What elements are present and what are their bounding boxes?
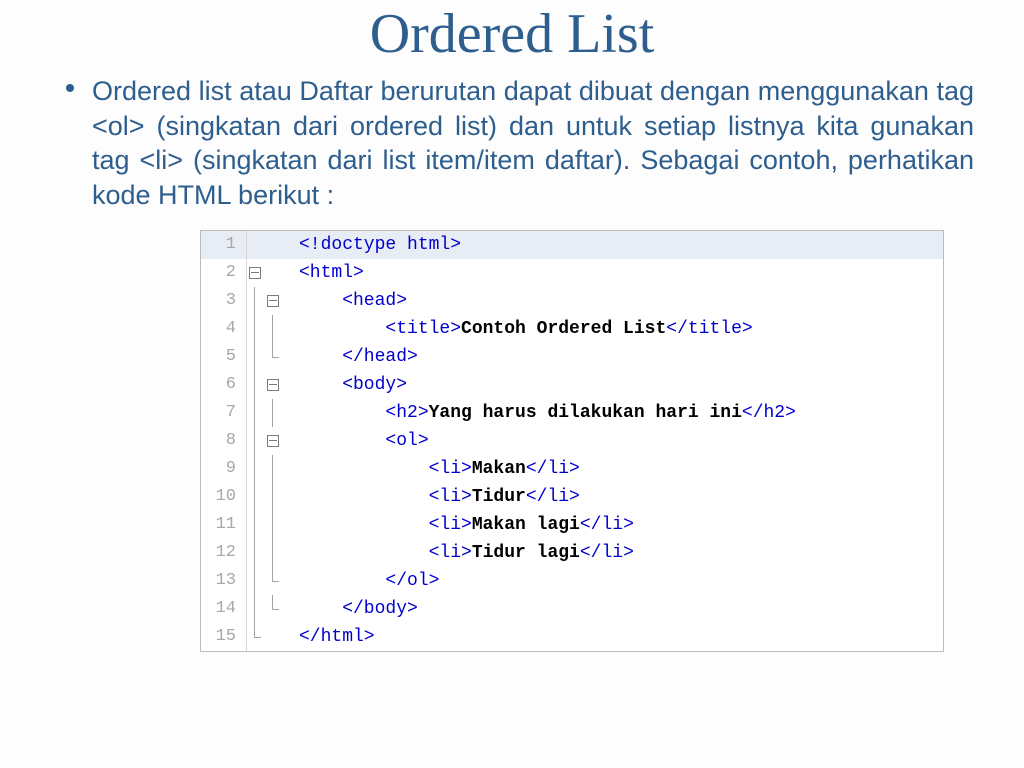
code-text: </body> [295, 595, 418, 623]
line-number: 5 [201, 343, 247, 371]
gutter [247, 511, 295, 539]
fold-icon[interactable] [267, 295, 279, 307]
fold-guide [254, 315, 255, 343]
code-text: <li>Tidur</li> [295, 483, 580, 511]
fold-guide [272, 511, 273, 539]
line-number: 14 [201, 595, 247, 623]
line-number: 7 [201, 399, 247, 427]
paragraph-text: Ordered list atau Daftar berurutan dapat… [92, 76, 974, 210]
code-text: <li>Tidur lagi</li> [295, 539, 634, 567]
fold-guide [272, 315, 273, 343]
fold-guide [254, 287, 255, 315]
code-line: 14 </body> [201, 595, 943, 623]
fold-icon[interactable] [267, 435, 279, 447]
line-number: 13 [201, 567, 247, 595]
gutter [247, 427, 295, 455]
gutter [247, 623, 295, 651]
fold-guide [254, 343, 255, 371]
code-line: 10 <li>Tidur</li> [201, 483, 943, 511]
gutter [247, 539, 295, 567]
fold-guide [254, 567, 255, 595]
fold-end-icon [272, 595, 279, 610]
gutter [247, 371, 295, 399]
line-number: 8 [201, 427, 247, 455]
code-line: 11 <li>Makan lagi</li> [201, 511, 943, 539]
code-line: 4 <title>Contoh Ordered List</title> [201, 315, 943, 343]
code-line: 8 <ol> [201, 427, 943, 455]
code-line: 15 </html> [201, 623, 943, 651]
fold-icon[interactable] [267, 379, 279, 391]
fold-guide [254, 455, 255, 483]
gutter [247, 231, 295, 259]
line-number: 2 [201, 259, 247, 287]
fold-guide [272, 539, 273, 567]
fold-guide [254, 371, 255, 399]
code-text: <h2>Yang harus dilakukan hari ini</h2> [295, 399, 796, 427]
fold-icon[interactable] [249, 267, 261, 279]
code-text: <!doctype html> [295, 231, 461, 259]
gutter [247, 567, 295, 595]
line-number: 10 [201, 483, 247, 511]
page-title: Ordered List [40, 0, 984, 66]
code-text: <ol> [295, 427, 429, 455]
code-text: </head> [295, 343, 418, 371]
fold-guide [254, 399, 255, 427]
line-number: 11 [201, 511, 247, 539]
fold-end-icon [272, 567, 279, 582]
code-text: <title>Contoh Ordered List</title> [295, 315, 753, 343]
fold-guide [254, 595, 255, 623]
bullet-icon [66, 84, 74, 92]
fold-guide [272, 455, 273, 483]
fold-guide [254, 483, 255, 511]
fold-guide [254, 427, 255, 455]
code-text: <li>Makan</li> [295, 455, 580, 483]
code-text: </ol> [295, 567, 439, 595]
fold-guide [254, 539, 255, 567]
gutter [247, 595, 295, 623]
fold-end-icon [272, 343, 279, 358]
code-line: 7 <h2>Yang harus dilakukan hari ini</h2> [201, 399, 943, 427]
code-line: 3 <head> [201, 287, 943, 315]
line-number: 3 [201, 287, 247, 315]
code-line: 9 <li>Makan</li> [201, 455, 943, 483]
code-text: <head> [295, 287, 407, 315]
code-text: <html> [295, 259, 364, 287]
fold-guide [272, 399, 273, 427]
line-number: 1 [201, 231, 247, 259]
gutter [247, 287, 295, 315]
line-number: 12 [201, 539, 247, 567]
line-number: 6 [201, 371, 247, 399]
code-block: 1<!doctype html>2<html>3 <head>4 <title>… [200, 230, 944, 652]
fold-end-icon [254, 623, 261, 638]
gutter [247, 315, 295, 343]
line-number: 9 [201, 455, 247, 483]
line-number: 4 [201, 315, 247, 343]
gutter [247, 259, 295, 287]
gutter [247, 483, 295, 511]
gutter [247, 343, 295, 371]
fold-guide [272, 483, 273, 511]
paragraph: Ordered list atau Daftar berurutan dapat… [48, 74, 974, 212]
code-line: 6 <body> [201, 371, 943, 399]
slide: Ordered List Ordered list atau Daftar be… [0, 0, 1024, 768]
code-line: 1 <!doctype html> [201, 231, 943, 259]
code-line: 5 </head> [201, 343, 943, 371]
line-number: 15 [201, 623, 247, 651]
code-line: 13 </ol> [201, 567, 943, 595]
gutter [247, 399, 295, 427]
fold-guide [254, 511, 255, 539]
code-text: <body> [295, 371, 407, 399]
code-line: 12 <li>Tidur lagi</li> [201, 539, 943, 567]
code-text: </html> [295, 623, 375, 651]
code-line: 2 <html> [201, 259, 943, 287]
gutter [247, 455, 295, 483]
code-text: <li>Makan lagi</li> [295, 511, 634, 539]
